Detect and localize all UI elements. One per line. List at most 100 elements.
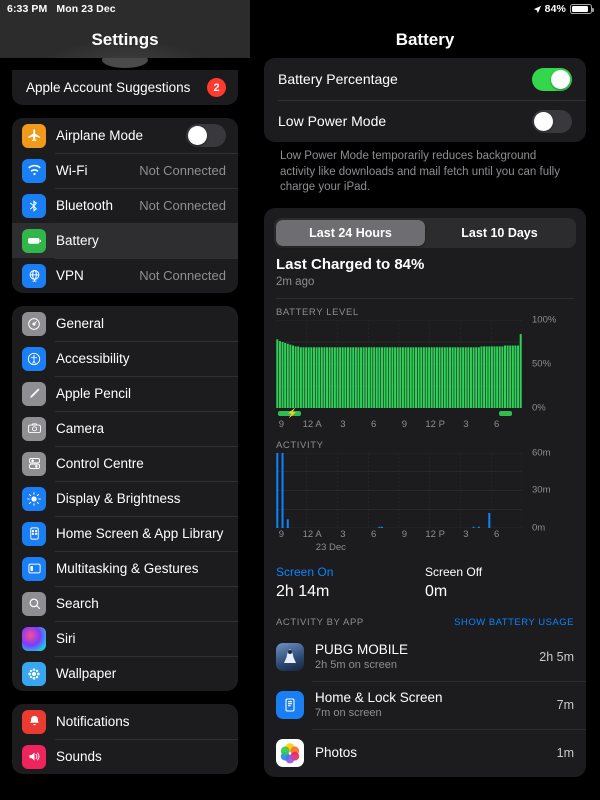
sidebar-item-label: Siri <box>56 631 76 646</box>
status-bar-left: 6:33 PM Mon 23 Dec <box>7 3 116 15</box>
show-battery-usage-link[interactable]: SHOW BATTERY USAGE <box>454 617 574 628</box>
axis-tick-label: 12 A <box>302 528 322 540</box>
sidebar-item-apple-pencil[interactable]: Apple Pencil <box>12 376 238 411</box>
low-power-mode-row[interactable]: Low Power Mode <box>264 100 586 142</box>
sidebar-item-apple-account-suggestions[interactable]: Apple Account Suggestions 2 <box>12 70 238 105</box>
ipad-settings-screen: 6:33 PM Mon 23 Dec 84% Settings Apple Ac… <box>0 0 600 800</box>
app-text-block: Photos <box>315 745 557 760</box>
app-time: 7m <box>556 697 574 712</box>
sidebar-item-accessibility[interactable]: Accessibility <box>12 341 238 376</box>
photos-app-icon <box>276 738 304 767</box>
sidebar-item-siri[interactable]: Siri <box>12 621 238 656</box>
axis-tick-label: 6 <box>494 418 500 430</box>
sidebar-item-label: Bluetooth <box>56 198 114 213</box>
sidebar-item-airplane-mode[interactable]: Airplane Mode <box>12 118 238 153</box>
axis-tick-label: 3 <box>463 418 469 430</box>
sidebar-item-vpn[interactable]: VPN Not Connected <box>12 258 238 293</box>
sidebar-item-label: Display & Brightness <box>56 491 181 506</box>
sidebar-item-bluetooth[interactable]: Bluetooth Not Connected <box>12 188 238 223</box>
axis-tick-label: 9 <box>401 418 408 430</box>
wifi-icon <box>22 158 46 183</box>
low-power-mode-footnote: Low Power Mode temporarily reduces backg… <box>280 150 560 194</box>
axis-tick-label: 6 <box>371 418 377 430</box>
battery-options-card: Battery Percentage Low Power Mode <box>264 58 586 142</box>
axis-tick-label: 9 <box>278 418 285 430</box>
app-text-block: PUBG MOBILE 2h 5m on screen <box>315 642 539 671</box>
battery-icon <box>22 228 46 253</box>
battery-detail-pane: Battery Battery Percentage Low Power Mod… <box>250 0 600 800</box>
camera-icon <box>22 416 46 441</box>
location-arrow-icon <box>533 5 541 14</box>
sidebar-item-camera[interactable]: Camera <box>12 411 238 446</box>
wallpaper-icon <box>22 661 46 686</box>
axis-tick-label: 3 <box>340 528 346 540</box>
activity-plot <box>276 452 522 528</box>
list-item[interactable]: Home & Lock Screen 7m on screen 7m <box>264 680 586 729</box>
detail-body: Battery Percentage Low Power Mode Low Po… <box>250 58 600 777</box>
battery-percentage-toggle[interactable] <box>532 67 572 91</box>
axis-tick-label: 6 <box>371 528 377 540</box>
sidebar-item-label: Airplane Mode <box>56 128 144 143</box>
speaker-icon <box>22 744 46 769</box>
axis-tick-label: 3 <box>340 418 346 430</box>
sidebar-item-label: Apple Account Suggestions <box>26 80 191 95</box>
sidebar-item-label: Accessibility <box>56 351 130 366</box>
status-badge: 2 <box>207 78 226 97</box>
battery-level-plot <box>276 320 522 408</box>
sidebar-item-sounds[interactable]: Sounds <box>12 739 238 774</box>
app-name: Home & Lock Screen <box>315 690 443 706</box>
sidebar-item-label: Sounds <box>56 749 102 764</box>
activity-y-axis: 60m 30m 0m <box>532 447 551 534</box>
sidebar-group-connectivity: Airplane Mode Wi-Fi Not Connected Blueto… <box>12 118 238 293</box>
sidebar-item-label: Search <box>56 596 99 611</box>
sidebar-item-value: Not Connected <box>139 163 226 178</box>
axis-tick-label: 12 P <box>425 528 445 540</box>
list-item[interactable]: Photos 1m <box>264 728 586 777</box>
sidebar-item-multitasking-gestures[interactable]: Multitasking & Gestures <box>12 551 238 586</box>
airplane-mode-toggle[interactable] <box>186 124 226 147</box>
activity-chart[interactable]: 60m 30m 0m 9 12 A 3 6 9 12 P 3 6 23 Dec <box>264 447 586 555</box>
sidebar-item-label: Battery <box>56 233 99 248</box>
sidebar-scroll-area[interactable]: Apple Account Suggestions 2 Airplane Mod… <box>0 52 250 774</box>
sidebar-item-wifi[interactable]: Wi-Fi Not Connected <box>12 153 238 188</box>
timeframe-segmented-control[interactable]: Last 24 Hours Last 10 Days <box>274 217 576 248</box>
status-bar-battery-percent: 84% <box>544 3 566 15</box>
bell-icon <box>22 709 46 734</box>
activity-x-axis: 9 12 A 3 6 9 12 P 3 6 <box>276 528 522 542</box>
activity-date-label: 23 Dec <box>315 541 346 553</box>
low-power-mode-toggle[interactable] <box>532 109 572 133</box>
sidebar-item-battery[interactable]: Battery <box>12 223 238 258</box>
screen-on-stat: Screen On 2h 14m <box>276 565 425 601</box>
status-bar: 6:33 PM Mon 23 Dec 84% <box>0 0 600 18</box>
siri-icon <box>22 626 46 651</box>
sidebar-item-label: Home Screen & App Library <box>56 526 224 541</box>
axis-tick-label: 9 <box>401 528 408 540</box>
app-subtitle: 2h 5m on screen <box>315 659 397 672</box>
sidebar-item-search[interactable]: Search <box>12 586 238 621</box>
sidebar-item-label: Wallpaper <box>56 666 117 681</box>
sidebar-group-account: Apple Account Suggestions 2 <box>12 70 238 105</box>
detail-page-title: Battery <box>395 30 455 49</box>
sidebar-item-display-brightness[interactable]: Display & Brightness <box>12 481 238 516</box>
accessibility-icon <box>22 346 46 371</box>
axis-tick-label: 12 A <box>302 418 322 430</box>
battery-usage-card: Last 24 Hours Last 10 Days Last Charged … <box>264 207 586 777</box>
sidebar-item-general[interactable]: General <box>12 306 238 341</box>
app-time: 2h 5m <box>539 649 574 664</box>
sidebar-item-control-centre[interactable]: Control Centre <box>12 446 238 481</box>
battery-level-chart[interactable]: 100% 50% 0% ⚡ 9 12 A 3 6 9 12 P 3 6 <box>264 314 586 432</box>
sidebar-item-label: VPN <box>56 268 84 283</box>
tab-last-10-days[interactable]: Last 10 Days <box>425 220 574 246</box>
screen-on-value: 2h 14m <box>276 582 330 600</box>
sidebar-item-wallpaper[interactable]: Wallpaper <box>12 656 238 691</box>
list-item[interactable]: PUBG MOBILE 2h 5m on screen 2h 5m <box>264 633 586 681</box>
tab-last-24-hours[interactable]: Last 24 Hours <box>276 219 425 246</box>
pencil-icon <box>22 381 46 406</box>
battery-percentage-row[interactable]: Battery Percentage <box>264 58 586 100</box>
sidebar-item-home-screen-app-library[interactable]: Home Screen & App Library <box>12 516 238 551</box>
activity-by-app-header: ACTIVITY BY APP SHOW BATTERY USAGE <box>264 603 586 633</box>
app-text-block: Home & Lock Screen 7m on screen <box>315 690 557 719</box>
axis-tick-label: 3 <box>463 528 469 540</box>
control-centre-icon <box>22 451 46 476</box>
sidebar-item-notifications[interactable]: Notifications <box>12 704 238 739</box>
